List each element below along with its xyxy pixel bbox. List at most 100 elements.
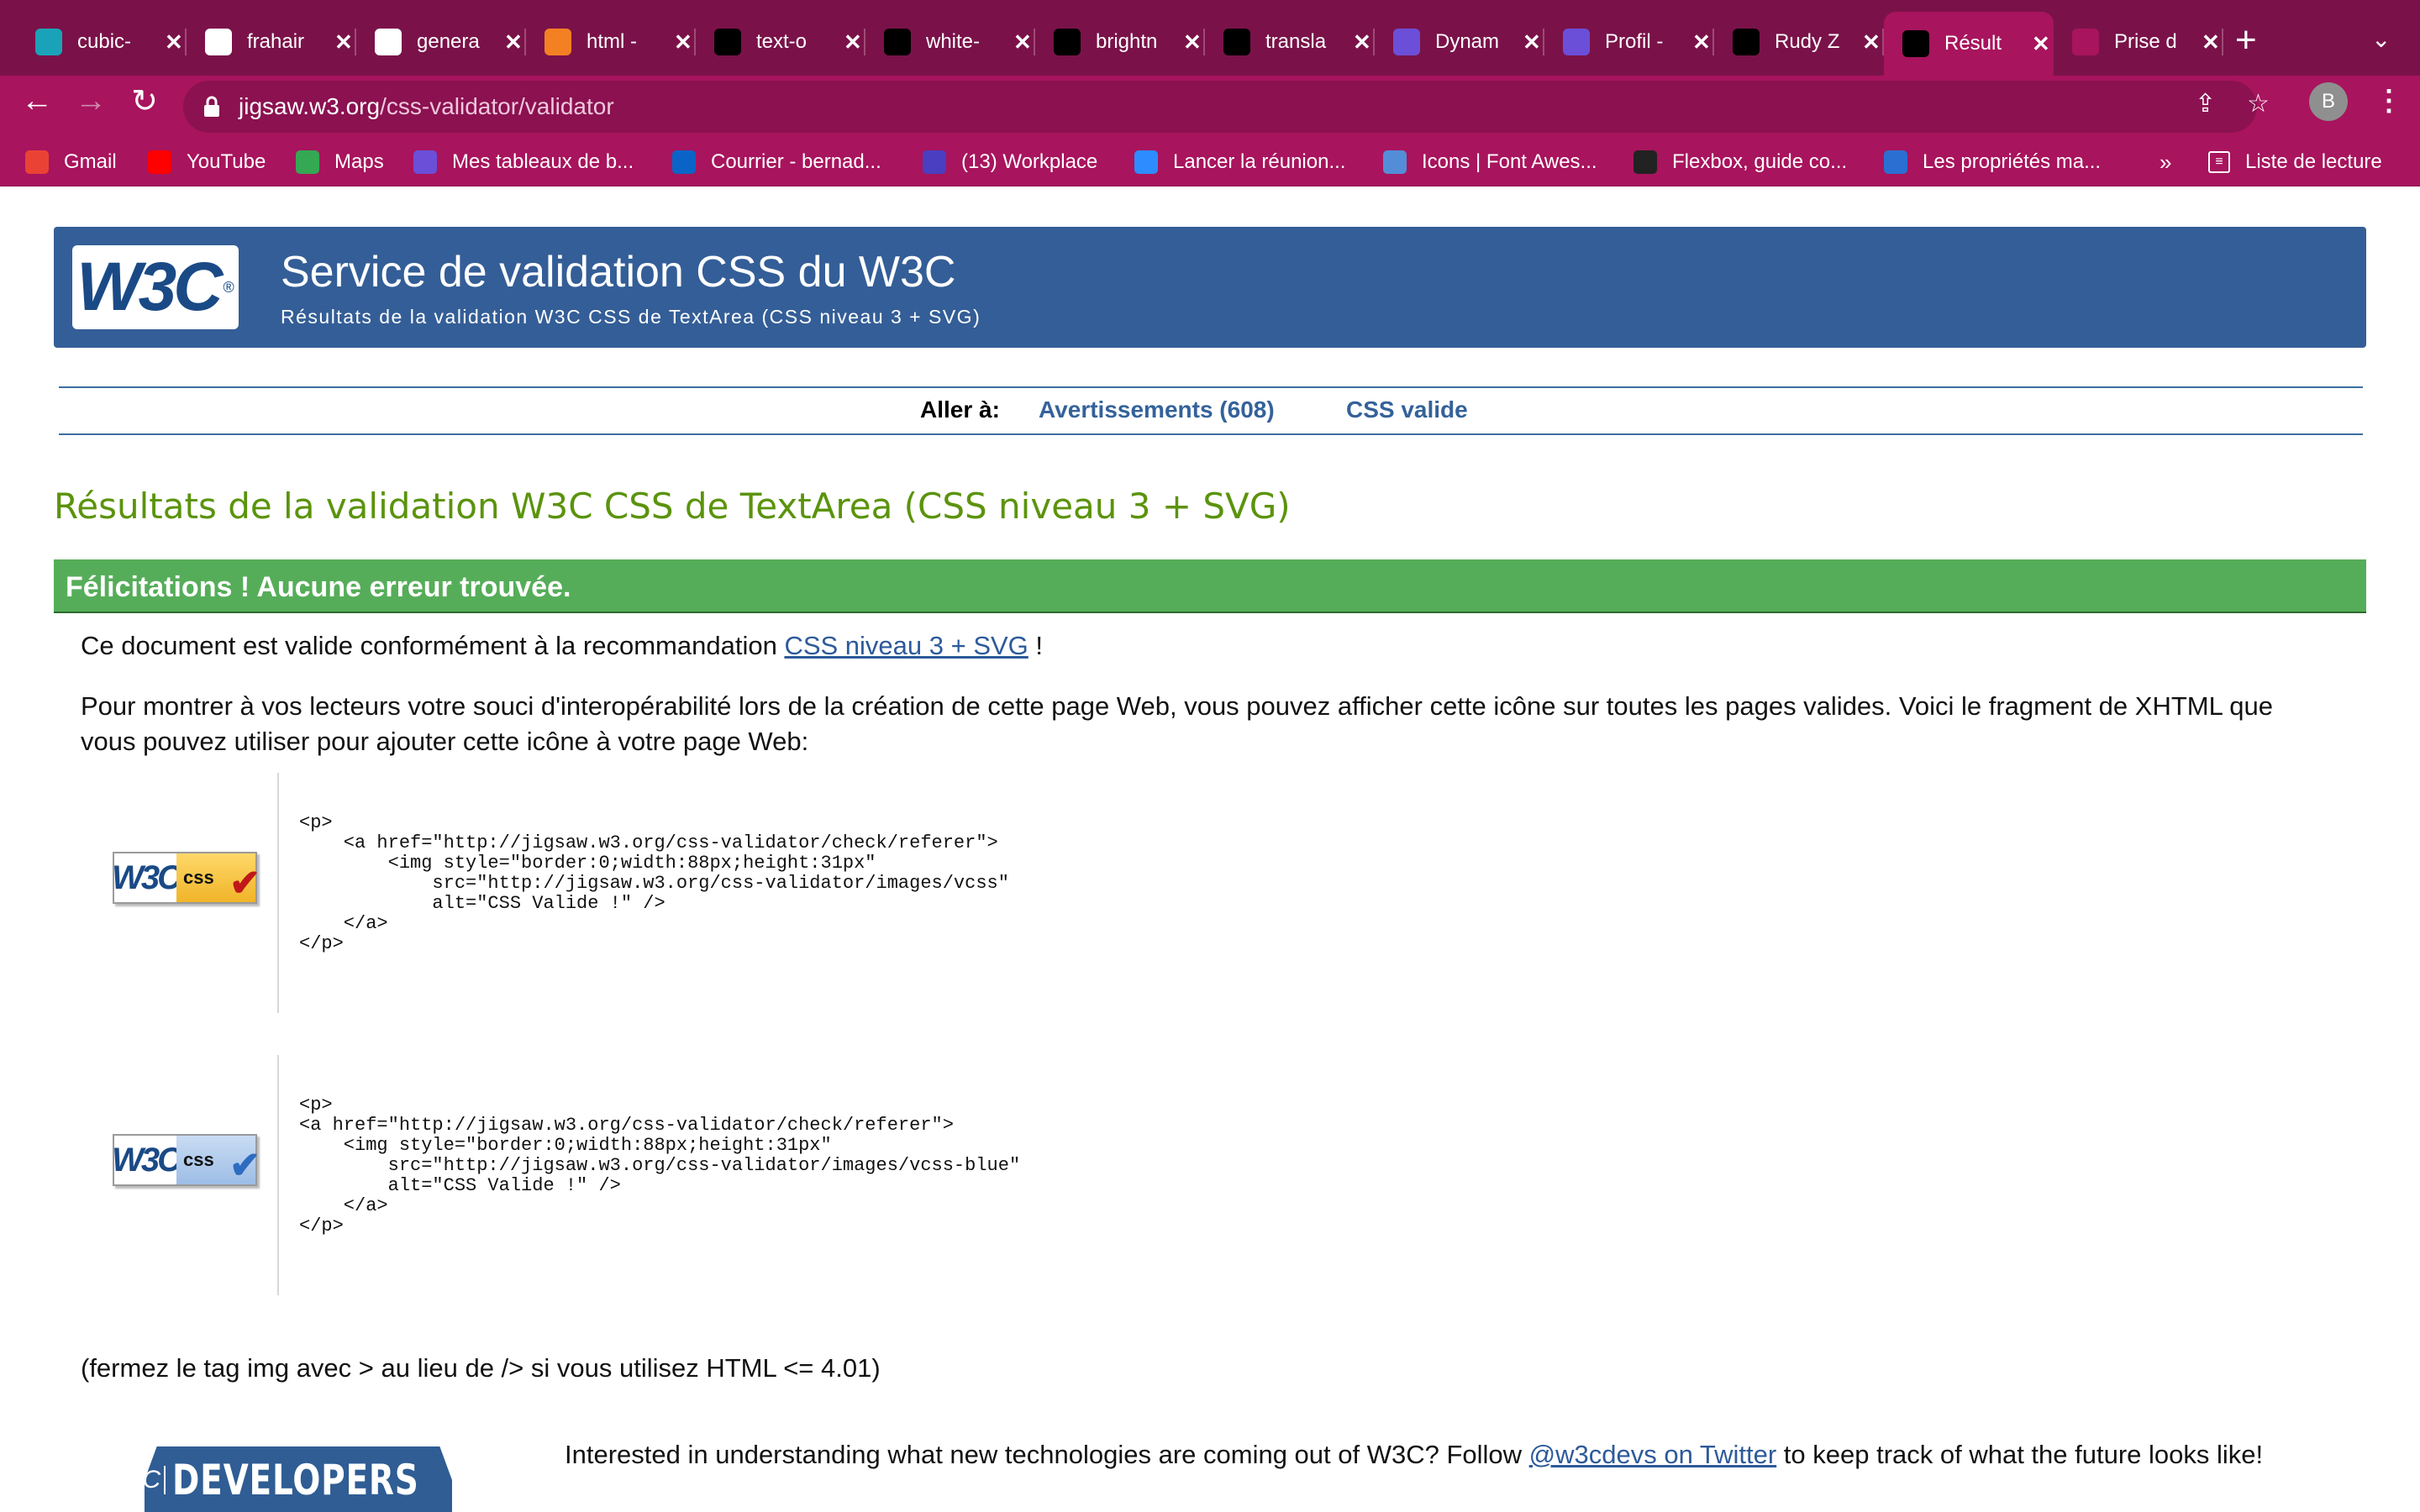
w3c-logo[interactable]: W3C ® <box>72 245 239 329</box>
bookmarks-overflow-button[interactable]: » <box>2160 148 2171 176</box>
jump-bar-bottom-rule <box>59 433 2363 435</box>
bookmark-label: Maps <box>334 150 384 173</box>
tab-4[interactable]: text-o ✕ <box>696 15 865 69</box>
banner-subtitle: Résultats de la validation W3C CSS de Te… <box>281 306 981 328</box>
bookmark-label: (13) Workplace <box>961 150 1098 173</box>
tab-8[interactable]: Dynam ✕ <box>1375 15 1544 69</box>
css-valid-blue-badge[interactable]: W3C css ✔ <box>112 1134 260 1186</box>
bookmark-label: Mes tableaux de b... <box>452 150 634 173</box>
twitter-link[interactable]: @w3cdevs on Twitter <box>1529 1440 1777 1469</box>
tab-title: text-o <box>756 30 808 53</box>
reload-icon[interactable]: ↻ <box>124 81 165 121</box>
bookmark-6[interactable]: Lancer la réunion... <box>1134 148 1345 176</box>
bookmark-9[interactable]: Les propriétés ma... <box>1884 148 2101 176</box>
close-icon[interactable]: ✕ <box>1523 29 1541 55</box>
close-icon[interactable]: ✕ <box>1862 29 1881 55</box>
close-icon[interactable]: ✕ <box>2202 29 2220 55</box>
results-title: Résultats de la validation W3C CSS de Te… <box>54 486 1291 527</box>
tab-search-chevron-icon[interactable]: ⌄ <box>2371 25 2391 53</box>
close-icon[interactable]: ✕ <box>1692 29 1711 55</box>
forward-arrow-icon[interactable]: → <box>71 81 111 121</box>
dev-label: DEVELOPERS <box>172 1456 419 1504</box>
tab-1[interactable]: frahair ✕ <box>187 15 356 69</box>
browser-menu-icon[interactable]: ⋮ <box>2375 84 2403 118</box>
bookmark-3[interactable]: Mes tableaux de b... <box>413 148 634 176</box>
jump-bar-top-rule <box>59 386 2363 388</box>
tab-11[interactable]: Résult ✕ <box>1884 12 2054 76</box>
bookmark-label: Courrier - bernad... <box>711 150 881 173</box>
tab-title: Prise d <box>2114 30 2177 53</box>
css-icon <box>1884 150 1907 174</box>
url-text[interactable]: jigsaw.w3.org/css-validator/validator <box>239 87 614 126</box>
tab-separator <box>2222 29 2223 55</box>
close-icon[interactable]: ✕ <box>674 29 692 55</box>
css-valid-gold-badge[interactable]: W3C css ✔ <box>112 852 260 904</box>
close-icon[interactable]: ✕ <box>1353 29 1371 55</box>
share-icon[interactable]: ⇪ <box>2195 89 2216 118</box>
dynamic-icon <box>413 150 437 174</box>
dev-w3c-text: W3C <box>145 1466 166 1494</box>
bookmark-label: Icons | Font Awes... <box>1422 150 1597 173</box>
close-icon[interactable]: ✕ <box>1183 29 1202 55</box>
bookmark-2[interactable]: Maps <box>296 148 384 176</box>
tab-0[interactable]: cubic- ✕ <box>17 15 187 69</box>
new-tab-button[interactable]: + <box>2235 22 2257 59</box>
youtube-icon <box>148 150 171 174</box>
close-icon[interactable]: ✕ <box>334 29 353 55</box>
tab-title: white- <box>926 30 981 53</box>
tab-title: Dynam <box>1435 30 1500 53</box>
bookmark-star-icon[interactable]: ☆ <box>2247 89 2270 118</box>
tab-10[interactable]: Rudy Z ✕ <box>1714 15 1884 69</box>
tab-title: cubic- <box>77 30 132 53</box>
warnings-link[interactable]: Avertissements (608) <box>1039 396 1275 423</box>
tab-title: Résult <box>1944 32 2002 55</box>
reading-list-button[interactable]: ≡ Liste de lecture <box>2208 148 2382 176</box>
close-icon[interactable]: ✕ <box>165 29 183 55</box>
bookmark-label: Lancer la réunion... <box>1173 150 1346 173</box>
tab-12[interactable]: Prise d ✕ <box>2054 15 2223 69</box>
bookmark-label: YouTube <box>187 150 266 173</box>
rudy-icon <box>1733 29 1760 55</box>
tab-6[interactable]: brightn ✕ <box>1035 15 1205 69</box>
close-icon[interactable]: ✕ <box>844 29 862 55</box>
flexbox-icon <box>1634 150 1657 174</box>
profile-avatar[interactable]: B <box>2309 82 2348 121</box>
bookmark-7[interactable]: Icons | Font Awes... <box>1383 148 1597 176</box>
html-note: (fermez le tag img avec > au lieu de /> … <box>81 1353 881 1383</box>
valid-text: Ce document est valide conformément à la… <box>81 631 785 660</box>
stackoverflow-icon <box>544 29 571 55</box>
url-path: /css-validator/validator <box>380 93 614 119</box>
close-icon[interactable]: ✕ <box>1013 29 1032 55</box>
w3c-icon <box>1902 30 1929 57</box>
check-icon: ✔ <box>229 1145 260 1186</box>
tab-title: Profil - <box>1605 30 1664 53</box>
bookmark-0[interactable]: Gmail <box>25 148 117 176</box>
tab-3[interactable]: html - ✕ <box>526 15 696 69</box>
badge-block-divider <box>277 1055 279 1295</box>
google-search-icon <box>205 29 232 55</box>
tab-7[interactable]: transla ✕ <box>1205 15 1375 69</box>
mdn-icon <box>714 29 741 55</box>
lock-icon[interactable] <box>203 96 220 118</box>
bookmark-1[interactable]: YouTube <box>148 148 266 176</box>
close-icon[interactable]: ✕ <box>2032 31 2050 57</box>
bookmark-label: Gmail <box>64 150 117 173</box>
banner-title[interactable]: Service de validation CSS du W3C <box>281 247 956 297</box>
w3c-developers-logo[interactable]: W3C DEVELOPERS <box>145 1446 452 1512</box>
badge-w3c-text: W3C <box>112 858 182 896</box>
bookmark-8[interactable]: Flexbox, guide co... <box>1634 148 1847 176</box>
bookmark-4[interactable]: Courrier - bernad... <box>672 148 881 176</box>
close-icon[interactable]: ✕ <box>504 29 523 55</box>
maps-icon <box>296 150 319 174</box>
tab-5[interactable]: white- ✕ <box>865 15 1035 69</box>
valid-css-link[interactable]: CSS valide <box>1346 396 1468 423</box>
mdn-icon <box>1054 29 1081 55</box>
tab-9[interactable]: Profil - ✕ <box>1544 15 1714 69</box>
bookmark-label: Flexbox, guide co... <box>1672 150 1848 173</box>
bookmark-5[interactable]: (13) Workplace <box>923 148 1097 176</box>
tab-2[interactable]: genera ✕ <box>356 15 526 69</box>
css-level-link[interactable]: CSS niveau 3 + SVG <box>784 631 1028 660</box>
badge-w3c-text: W3C <box>112 1141 182 1179</box>
workplace-icon <box>923 150 946 174</box>
back-arrow-icon[interactable]: ← <box>17 81 57 121</box>
